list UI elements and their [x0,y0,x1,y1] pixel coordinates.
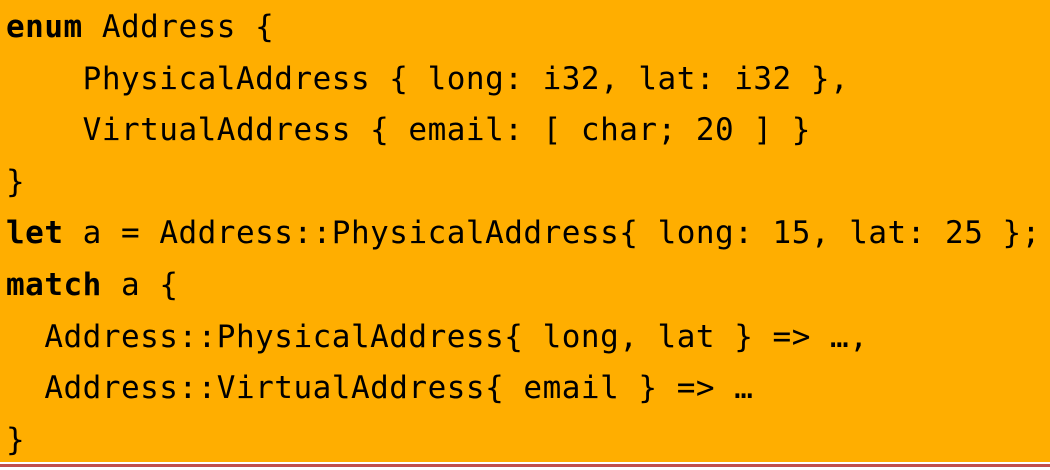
code-text: a { [101,266,179,303]
code-text: } [6,421,26,458]
code-line-match: match a { [6,260,1050,312]
code-text: } [6,163,26,200]
code-text: Address { [82,9,275,45]
keyword-let: let [6,215,64,252]
code-line-physical-variant: PhysicalAddress { long: i32, lat: i32 }, [6,54,1050,106]
code-text: Address::VirtualAddress{ email } => … [6,370,754,407]
keyword-enum: enum [6,9,83,45]
code-text: PhysicalAddress { long: i32, lat: i32 }, [6,60,850,97]
code-text: VirtualAddress { email: [ char; 20 ] } [6,112,811,149]
bottom-divider [0,464,1050,467]
code-text: Address::PhysicalAddress{ long, lat } =>… [6,318,869,355]
keyword-match: match [6,266,102,303]
code-line-enum-decl: enum Address { [6,2,1050,54]
code-line-match-arm-physical: Address::PhysicalAddress{ long, lat } =>… [6,312,1050,364]
code-line-enum-close: } [6,157,1050,209]
code-line-match-arm-virtual: Address::VirtualAddress{ email } => … [6,363,1050,415]
code-block: enum Address { PhysicalAddress { long: i… [0,0,1050,462]
code-line-virtual-variant: VirtualAddress { email: [ char; 20 ] } [6,105,1050,157]
code-line-let-binding: let a = Address::PhysicalAddress{ long: … [6,208,1050,260]
code-line-match-close: } [6,415,1050,467]
code-text: a = Address::PhysicalAddress{ long: 15, … [63,215,1041,252]
